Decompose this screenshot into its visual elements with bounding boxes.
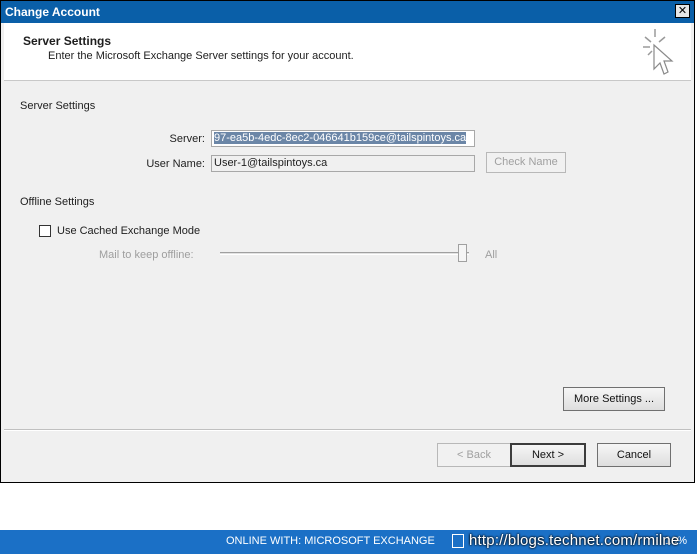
window-title: Change Account	[5, 5, 100, 19]
mail-keep-offline-label: Mail to keep offline:	[99, 249, 194, 261]
page-subtitle: Enter the Microsoft Exchange Server sett…	[48, 50, 354, 62]
close-button[interactable]: ✕	[675, 4, 690, 18]
offline-settings-section-label: Offline Settings	[20, 196, 95, 208]
watermark-url: http://blogs.technet.com/rmilne	[469, 532, 680, 549]
change-account-dialog: Change Account ✕ Server Settings Enter t…	[0, 0, 695, 483]
footer-divider	[4, 429, 691, 431]
next-button[interactable]: Next >	[510, 443, 586, 467]
server-value: 97-ea5b-4edc-8ec2-046641b159ce@tailspint…	[214, 132, 467, 144]
close-icon: ✕	[677, 5, 688, 17]
mail-keep-offline-slider-thumb[interactable]	[458, 244, 467, 262]
cached-mode-label: Use Cached Exchange Mode	[57, 225, 201, 237]
username-value: User-1@tailspintoys.ca	[214, 157, 328, 169]
normal-view-icon[interactable]	[452, 534, 464, 548]
title-bar: Change Account ✕	[1, 1, 694, 23]
username-label: User Name:	[146, 158, 205, 170]
cached-mode-checkbox[interactable]	[39, 225, 51, 237]
server-field[interactable]: 97-ea5b-4edc-8ec2-046641b159ce@tailspint…	[211, 130, 475, 147]
check-name-button[interactable]: Check Name	[486, 152, 566, 173]
page-title: Server Settings	[23, 34, 112, 48]
cursor-sparkle-icon	[643, 29, 674, 75]
mail-keep-offline-slider-track[interactable]	[220, 252, 469, 255]
connection-status: ONLINE WITH: MICROSOFT EXCHANGE	[226, 535, 435, 547]
cancel-button[interactable]: Cancel	[597, 443, 671, 467]
username-field[interactable]: User-1@tailspintoys.ca	[211, 155, 475, 172]
server-label: Server:	[169, 133, 205, 145]
more-settings-button[interactable]: More Settings ...	[563, 387, 665, 411]
server-settings-section-label: Server Settings	[20, 100, 96, 112]
back-button[interactable]: < Back	[437, 443, 511, 467]
wizard-header: Server Settings Enter the Microsoft Exch…	[4, 23, 691, 81]
mail-keep-offline-value: All	[485, 249, 498, 261]
